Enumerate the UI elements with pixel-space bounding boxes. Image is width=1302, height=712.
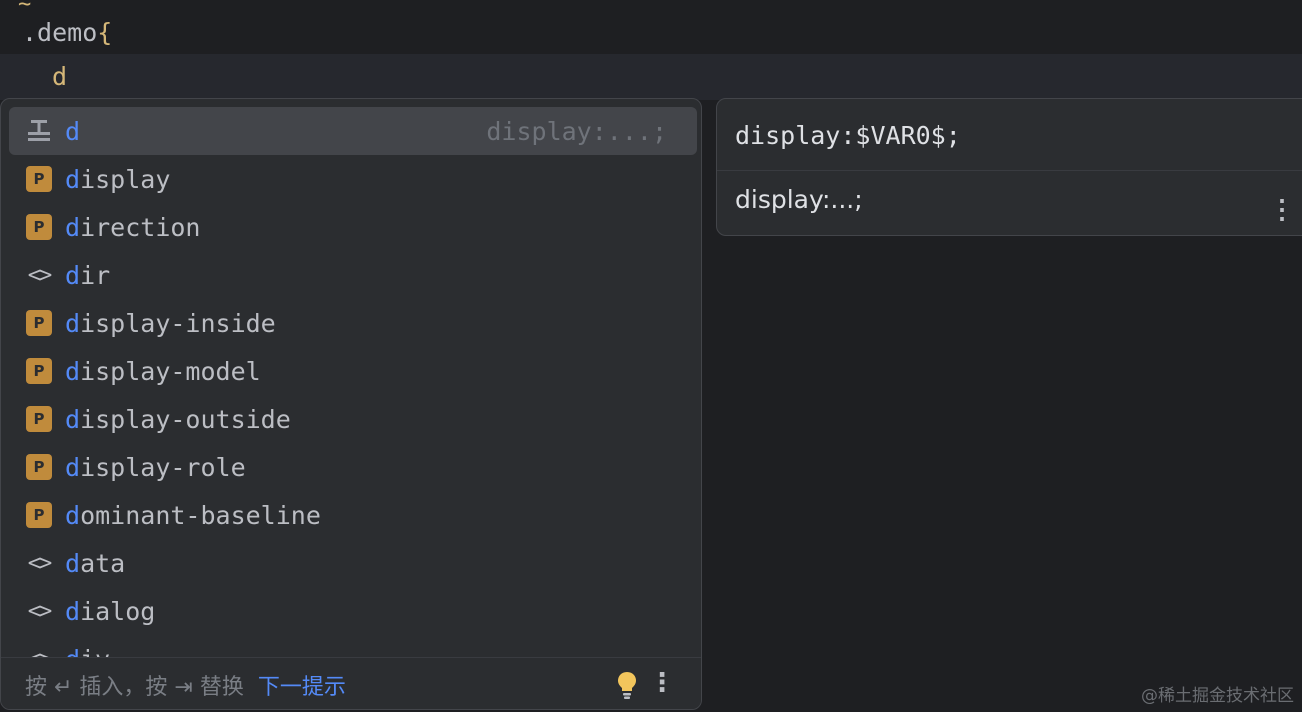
completion-item-label: dir [65,261,110,290]
match-highlight: d [65,356,81,386]
typed-text: d [52,62,68,91]
tag-icon: <> [25,261,53,289]
tag-glyph: <> [28,647,52,658]
completion-item-label: dialog [65,597,155,626]
completion-item-rest: ominant-baseline [80,500,321,530]
more-options-icon[interactable]: ⋮ [649,668,675,698]
css-selector: .demo [22,18,98,47]
completion-item-rest: iv [80,645,110,658]
doc-divider [717,170,1302,171]
tag-icon: <> [25,597,53,625]
completion-item[interactable]: <> dir [9,251,697,299]
match-highlight: d [65,404,81,434]
completion-item-rest: isplay-outside [80,404,291,434]
completion-item-rest: isplay-role [80,452,246,482]
property-icon: P [25,501,53,529]
match-highlight: d [65,596,81,626]
completion-item[interactable]: Pdisplay-outside [9,395,697,443]
completion-item[interactable]: <> dialog [9,587,697,635]
completion-item[interactable]: Pdisplay-model [9,347,697,395]
template-code: display:$VAR0$; [735,121,961,150]
completion-item-label: dominant-baseline [65,501,321,530]
completion-item[interactable]: Pdirection [9,203,697,251]
property-icon: P [25,453,53,481]
tag-glyph: <> [27,550,52,576]
tag-icon: <> [25,645,53,658]
completion-item-rest: isplay [80,164,171,194]
completion-item-label: display-inside [65,309,276,338]
completion-item-label: d [65,117,80,146]
completion-item-rest: ialog [80,596,156,626]
completion-popup[interactable]: d display:...; Pdisplay Pdirection <> dir Pdis… [0,98,702,710]
doc-more-options-icon[interactable]: ⋮ [1269,195,1295,225]
completion-item-rest: isplay-inside [80,308,276,338]
completion-item-rest: ir [80,260,111,290]
match-highlight: d [65,645,80,658]
completion-list[interactable]: d display:...; Pdisplay Pdirection <> dir Pdis… [1,99,701,657]
template-description: display:...; [735,185,863,214]
match-highlight: d [65,116,81,146]
property-icon: P [25,405,53,433]
completion-item-label: data [65,549,125,578]
code-line-2-current[interactable]: d [0,54,1302,100]
completion-item-label: display-outside [65,405,291,434]
completion-item[interactable]: d display:...; [9,107,697,155]
property-badge: P [26,454,52,480]
open-brace: { [97,18,113,47]
completion-item[interactable]: Pdisplay [9,155,697,203]
watermark: @稀土掘金技术社区 [1141,686,1294,706]
property-badge: P [26,406,52,432]
completion-item-label: display [65,165,170,194]
completion-item-label: display-role [65,453,246,482]
match-highlight: d [65,260,81,290]
completion-footer: 按 ↵ 插入，按 ⇥ 替换 下一提示 ⋮ [1,657,701,709]
property-badge: P [26,214,52,240]
match-highlight: d [65,452,81,482]
completion-item-label: div [65,645,110,658]
tag-glyph: <> [27,598,52,624]
property-badge: P [26,358,52,384]
match-highlight: d [65,164,81,194]
completion-item-label: direction [65,213,200,242]
footer-hint: 按 ↵ 插入，按 ⇥ 替换 [25,675,244,700]
match-highlight: d [65,308,81,338]
property-icon: P [25,165,53,193]
completion-item[interactable]: Pdisplay-role [9,443,697,491]
property-badge: P [26,166,52,192]
match-highlight: d [65,548,81,578]
completion-item-rest: irection [80,212,201,242]
completion-item[interactable]: Pdisplay-inside [9,299,697,347]
live-template-icon [25,117,53,145]
completion-item[interactable]: <> div [9,635,697,658]
property-icon: P [25,357,53,385]
next-tip-link[interactable]: 下一提示 [258,669,346,701]
completion-item[interactable]: Pdominant-baseline [9,491,697,539]
property-icon: P [25,213,53,241]
documentation-popup: display:$VAR0$; display:...; ⋮ [716,98,1302,236]
completion-item-hint: display:...; [486,116,667,146]
completion-item-rest: ata [80,548,126,578]
tag-glyph: <> [27,262,52,288]
property-badge: P [26,310,52,336]
tag-icon: <> [25,549,53,577]
match-highlight: d [65,500,81,530]
match-highlight: d [65,212,81,242]
property-badge: P [26,502,52,528]
completion-item[interactable]: <> data [9,539,697,587]
code-line-1[interactable]: .demo{ [0,10,1302,56]
lightbulb-icon[interactable] [615,670,639,700]
property-icon: P [25,309,53,337]
completion-item-label: display-model [65,357,261,386]
completion-item-rest: isplay-model [80,356,261,386]
